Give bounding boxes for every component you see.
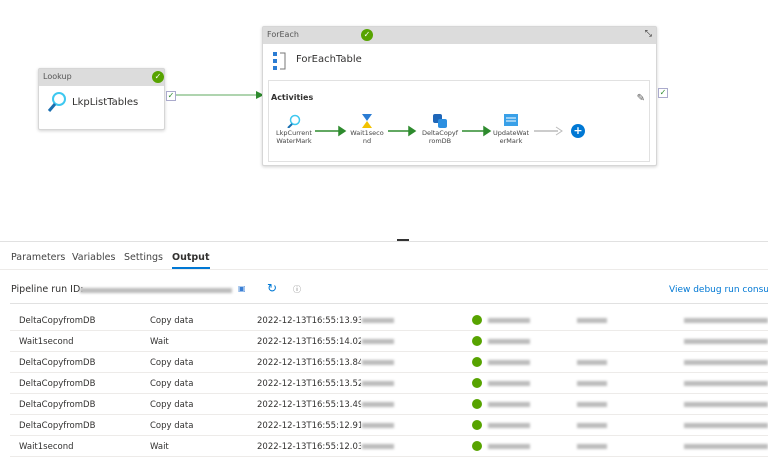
duration-value: [362, 360, 394, 365]
run-start: 2022-12-13T16:55:14.026: [257, 337, 361, 347]
tab-parameters[interactable]: Parameters: [11, 252, 65, 263]
success-output-handle[interactable]: ✓: [166, 91, 176, 101]
activity-name: DeltaCopyfromDB: [19, 400, 96, 410]
activity-type: ForEach: [263, 27, 656, 44]
success-icon: [472, 441, 482, 451]
success-icon: [472, 336, 482, 346]
integration-runtime-value: [577, 381, 607, 386]
activity-type: Copy data: [150, 316, 194, 326]
success-icon: [472, 420, 482, 430]
duration-value: [362, 318, 394, 323]
duration-value: [362, 402, 394, 407]
activity-type: Copy data: [150, 400, 194, 410]
success-icon: [472, 399, 482, 409]
table-row[interactable]: DeltaCopyfromDB Copy data 2022-12-13T16:…: [10, 352, 768, 373]
integration-runtime-value: [577, 444, 607, 449]
run-start: 2022-12-13T16:55:13.522: [257, 379, 361, 389]
duration-value: [362, 381, 394, 386]
info-icon[interactable]: ⓘ: [293, 284, 301, 295]
bottom-panel: Parameters Variables Settings Output Pip…: [0, 241, 768, 457]
run-start: 2022-12-13T16:55:13.840: [257, 358, 361, 368]
pipeline-canvas[interactable]: Lookup ✓ LkpListTables ✓ ForEach ✓ ⤡ For…: [0, 0, 768, 241]
collapse-icon[interactable]: ⤡: [645, 29, 652, 39]
pipeline-run-id-label: Pipeline run ID:: [11, 284, 84, 295]
view-debug-run-consumption-link[interactable]: View debug run consump: [669, 285, 768, 295]
activity-name: Wait1second: [19, 442, 74, 452]
run-id-value: [684, 381, 768, 386]
run-start: 2022-12-13T16:55:13.494: [257, 400, 361, 410]
activity-name: Wait1second: [19, 337, 74, 347]
status-value: [488, 339, 530, 344]
table-row[interactable]: DeltaCopyfromDB Copy data 2022-12-13T16:…: [10, 415, 768, 436]
run-start: 2022-12-13T16:55:13.933: [257, 316, 361, 326]
run-id-value: [684, 423, 768, 428]
tab-output[interactable]: Output: [172, 252, 210, 269]
activity-name: DeltaCopyfromDB: [19, 421, 96, 431]
edit-icon[interactable]: ✎: [637, 93, 645, 104]
activity-name: DeltaCopyfromDB: [19, 358, 96, 368]
activity-lkpcurrentwatermark[interactable]: LkpCurrent WaterMark: [275, 129, 313, 145]
search-icon: [47, 92, 66, 112]
run-id-value: [684, 318, 768, 323]
pipeline-run-id-value: [80, 288, 232, 293]
table-row[interactable]: DeltaCopyfromDB Copy data 2022-12-13T16:…: [10, 394, 768, 415]
activity-type: Wait: [150, 442, 169, 452]
run-start: 2022-12-13T16:55:12.916: [257, 421, 361, 431]
run-id-value: [684, 402, 768, 407]
activity-type: Copy data: [150, 358, 194, 368]
duration-value: [362, 423, 394, 428]
success-connector: [176, 91, 264, 99]
success-icon: ✓: [361, 29, 373, 41]
add-activity-button[interactable]: +: [571, 124, 585, 138]
run-id-value: [684, 339, 768, 344]
status-value: [488, 360, 530, 365]
activity-name: DeltaCopyfromDB: [19, 379, 96, 389]
tab-variables[interactable]: Variables: [72, 252, 115, 263]
activity-connectors: [315, 125, 563, 137]
foreach-icon: [273, 52, 286, 70]
table-row[interactable]: DeltaCopyfromDB Copy data 2022-12-13T16:…: [10, 373, 768, 394]
activity-name: ForEachTable: [296, 54, 362, 65]
table-row[interactable]: DeltaCopyfromDB Copy data 2022-12-13T16:…: [10, 310, 768, 331]
status-value: [488, 402, 530, 407]
lookup-activity[interactable]: Lookup ✓ LkpListTables: [38, 68, 165, 130]
activity-name: LkpListTables: [72, 97, 139, 108]
activity-type: Lookup: [39, 69, 164, 86]
copy-icon[interactable]: ▣: [238, 284, 246, 293]
duration-value: [362, 444, 394, 449]
success-icon: [472, 378, 482, 388]
table-row[interactable]: Wait1second Wait 2022-12-13T16:55:14.026: [10, 331, 768, 352]
run-id-value: [684, 444, 768, 449]
run-start: 2022-12-13T16:55:12.032: [257, 442, 361, 452]
activity-type: Wait: [150, 337, 169, 347]
success-icon: [472, 315, 482, 325]
activities-label: Activities: [271, 93, 314, 102]
tab-settings[interactable]: Settings: [124, 252, 163, 263]
status-value: [488, 444, 530, 449]
status-value: [488, 423, 530, 428]
activities-container: Activities ✎: [268, 80, 650, 162]
activity-name: DeltaCopyfromDB: [19, 316, 96, 326]
refresh-icon[interactable]: ↻: [267, 281, 277, 295]
search-icon: [287, 114, 301, 128]
success-output-handle[interactable]: ✓: [658, 88, 668, 98]
status-value: [488, 318, 530, 323]
integration-runtime-value: [577, 318, 607, 323]
integration-runtime-value: [577, 360, 607, 365]
activity-type: Copy data: [150, 421, 194, 431]
run-id-value: [684, 360, 768, 365]
success-icon: ✓: [152, 71, 164, 83]
status-value: [488, 381, 530, 386]
success-icon: [472, 357, 482, 367]
integration-runtime-value: [577, 402, 607, 407]
duration-value: [362, 339, 394, 344]
integration-runtime-value: [577, 423, 607, 428]
activity-type: Copy data: [150, 379, 194, 389]
